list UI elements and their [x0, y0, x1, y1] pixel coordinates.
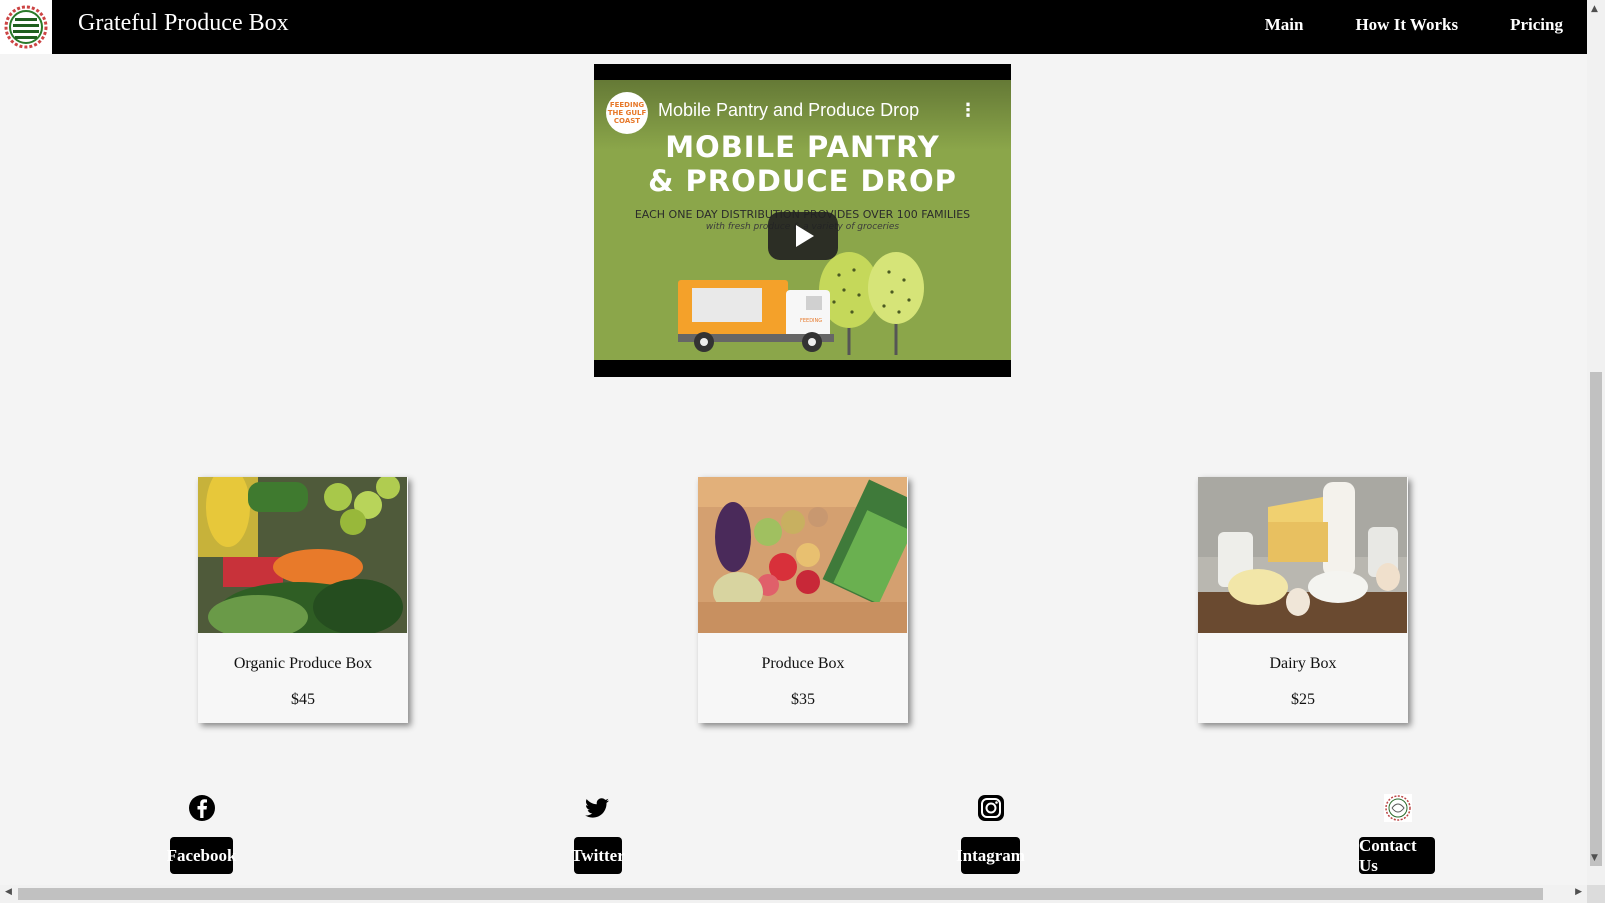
nav-link-pricing[interactable]: Pricing [1510, 15, 1563, 35]
contact-us-button[interactable]: Contact Us [1359, 836, 1435, 875]
scroll-left-arrow-icon[interactable]: ◀ [5, 887, 12, 897]
nav-link-how-it-works[interactable]: How It Works [1355, 15, 1458, 35]
channel-avatar[interactable]: FEEDING THE GULF COAST [606, 92, 648, 134]
instagram-icon[interactable] [977, 794, 1005, 822]
truck-label: FEEDING [800, 318, 822, 324]
scrollbar-corner [1587, 885, 1605, 903]
product-price: $35 [791, 691, 815, 708]
product-name: Produce Box [761, 655, 845, 672]
twitter-icon[interactable] [583, 794, 611, 822]
nav-link-main[interactable]: Main [1265, 15, 1304, 35]
scroll-down-arrow-icon[interactable]: ▼ [1591, 853, 1598, 863]
product-card-organic[interactable]: Organic Produce Box $45 [198, 477, 408, 723]
instagram-button[interactable]: Intagram [956, 837, 1025, 874]
site-logo[interactable] [0, 0, 52, 54]
dairy-box-image [1198, 477, 1407, 633]
product-card-produce[interactable]: Produce Box $35 [698, 477, 908, 723]
logo-icon [4, 5, 48, 49]
more-options-icon[interactable]: ⋮ [959, 100, 977, 121]
product-name: Dairy Box [1269, 655, 1337, 672]
vertical-scrollbar[interactable]: ▲ ▼ [1587, 0, 1605, 885]
product-price: $45 [291, 691, 315, 708]
scroll-right-arrow-icon[interactable]: ▶ [1575, 887, 1582, 897]
horizontal-scrollbar[interactable]: ◀ ▶ [0, 885, 1587, 903]
site-header: Grateful Produce Box Main How It Works P… [0, 0, 1587, 54]
site-title: Grateful Produce Box [78, 10, 289, 36]
vertical-scroll-thumb[interactable] [1590, 372, 1602, 866]
video-headline-line1: MOBILE PANTRY [665, 130, 940, 164]
scroll-up-arrow-icon[interactable]: ▲ [1591, 4, 1598, 14]
product-name: Organic Produce Box [233, 655, 373, 672]
video-headline-line2: & PRODUCE DROP [648, 164, 957, 198]
produce-box-image [698, 477, 907, 633]
twitter-button[interactable]: Twitter [571, 837, 625, 874]
contact-logo-icon[interactable] [1384, 794, 1412, 822]
video-title[interactable]: Mobile Pantry and Produce Drop [658, 100, 919, 121]
play-icon [796, 225, 814, 247]
main-nav: Main How It Works Pricing [1265, 15, 1563, 35]
organic-produce-image [198, 477, 407, 633]
product-price: $25 [1291, 691, 1315, 708]
facebook-button[interactable]: Facebook [167, 837, 236, 874]
horizontal-scroll-thumb[interactable] [18, 888, 1543, 900]
video-thumbnail[interactable]: FEEDING THE GULF COAST Mobile Pantry and… [594, 80, 1011, 360]
play-button[interactable] [768, 212, 838, 260]
product-card-dairy[interactable]: Dairy Box $25 [1198, 477, 1408, 723]
video-embed[interactable]: FEEDING THE GULF COAST Mobile Pantry and… [594, 64, 1011, 377]
facebook-icon[interactable] [188, 794, 216, 822]
